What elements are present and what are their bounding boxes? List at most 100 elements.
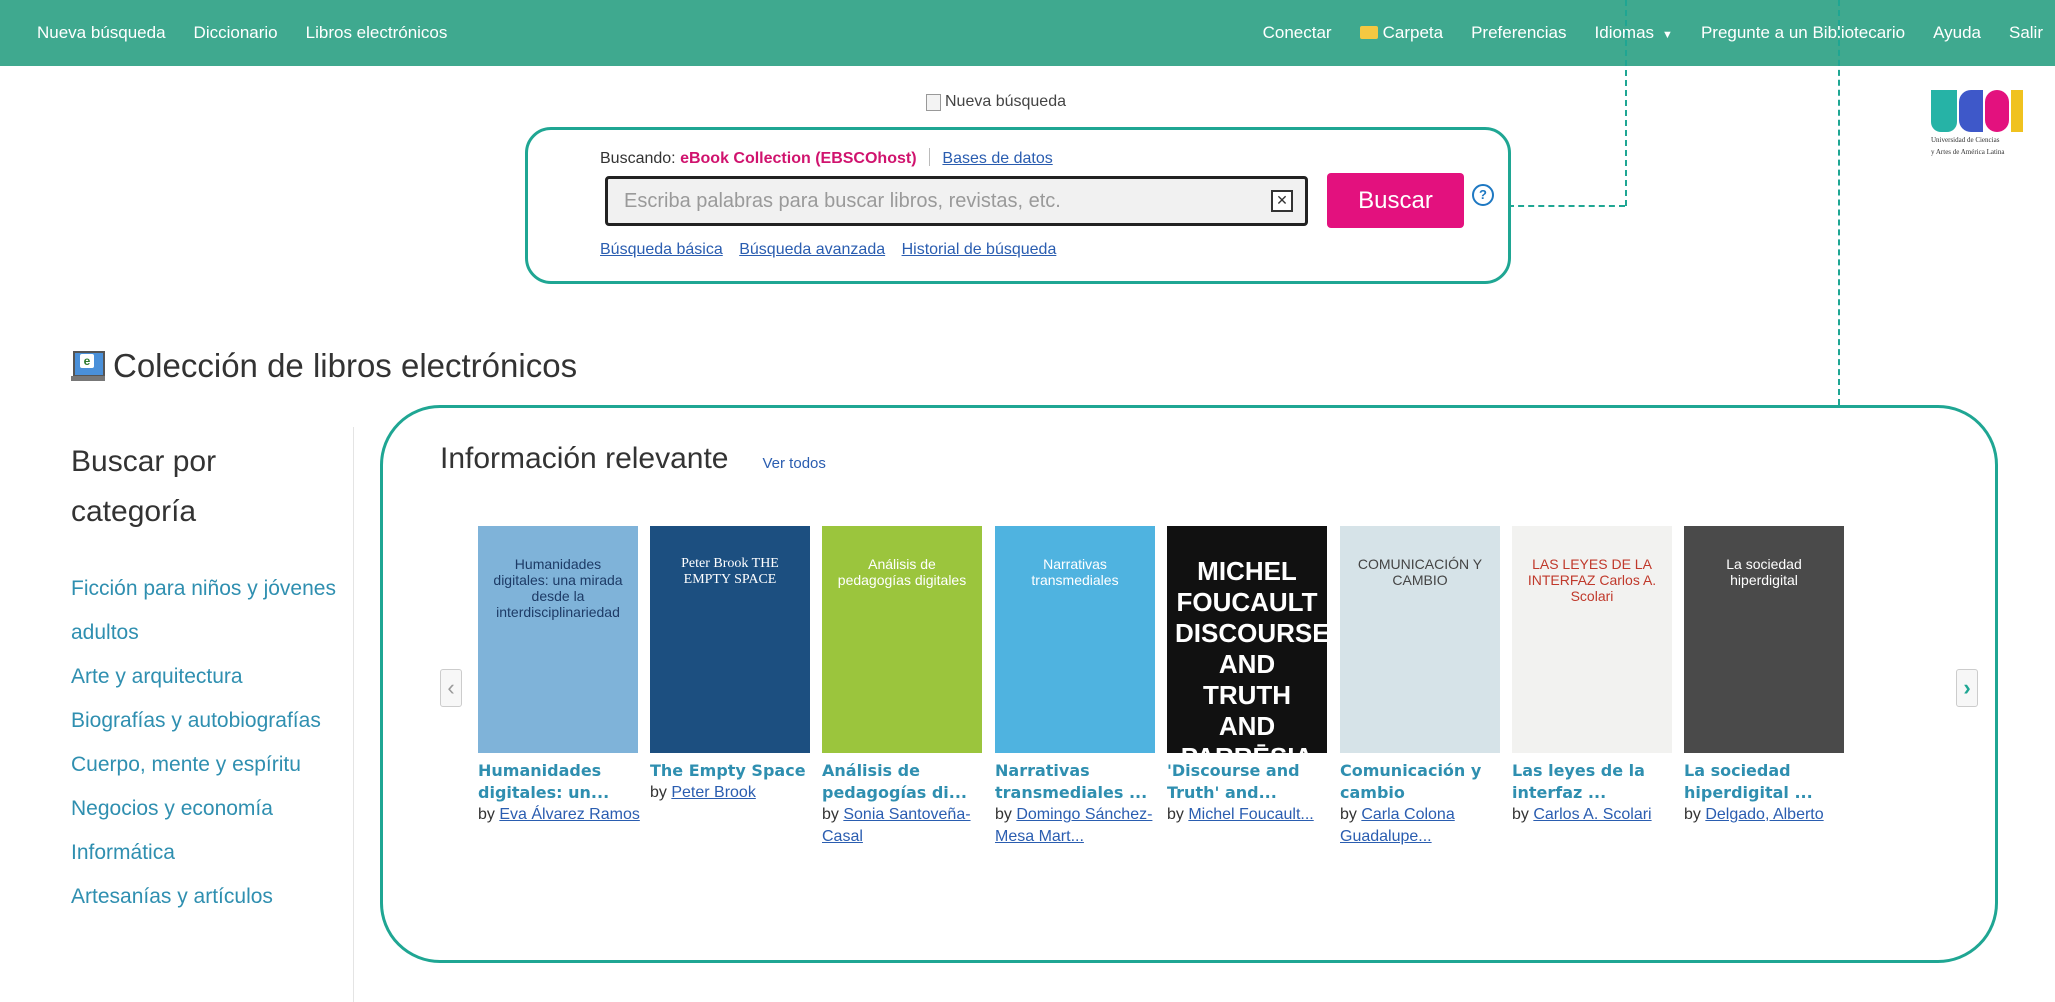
chevron-down-icon: ▼ xyxy=(1662,29,1673,41)
nav-folder[interactable]: Carpeta xyxy=(1359,23,1444,43)
callout-line xyxy=(1625,0,1627,206)
folder-icon xyxy=(1359,26,1378,39)
chevron-right-icon: › xyxy=(1963,675,1971,700)
advanced-search-link[interactable]: Búsqueda avanzada xyxy=(739,241,885,258)
search-history-link[interactable]: Historial de búsqueda xyxy=(902,241,1057,258)
carousel-prev-button[interactable]: ‹ xyxy=(440,669,462,707)
divider xyxy=(928,148,930,166)
book-cover-text: Peter Brook THE EMPTY SPACE xyxy=(681,556,779,587)
book-title[interactable]: The Empty Space xyxy=(650,760,815,782)
nav-connect[interactable]: Conectar xyxy=(1263,23,1332,43)
book-author-link[interactable]: Delgado, Alberto xyxy=(1705,806,1823,823)
nav-exit[interactable]: Salir xyxy=(2009,23,2043,43)
book-title[interactable]: Las leyes de la interfaz ... xyxy=(1512,760,1677,804)
book-author-link[interactable]: Sonia Santoveña-Casal xyxy=(822,806,971,845)
book-cover[interactable]: Humanidades digitales: una mirada desde … xyxy=(478,526,638,753)
view-all-link[interactable]: Ver todos xyxy=(763,455,826,472)
book-item: COMUNICACIÓN Y CAMBIO Comunicación y camb… xyxy=(1340,526,1505,848)
callout-line xyxy=(1838,0,1840,405)
searching-row: Buscando: eBook Collection (EBSCOhost) B… xyxy=(600,148,1053,168)
new-search-banner-alt: Nueva búsqueda xyxy=(945,93,1066,110)
category-children-ya[interactable]: Ficción para niños y jóvenes adultos xyxy=(71,567,341,655)
category-sidebar: Buscar por categoría Ficción para niños … xyxy=(71,437,341,919)
book-cover[interactable]: COMUNICACIÓN Y CAMBIO xyxy=(1340,526,1500,753)
book-author-prefix: by xyxy=(1340,806,1362,823)
search-links: Búsqueda básica Búsqueda avanzada Histor… xyxy=(600,241,1068,259)
book-author-prefix: by xyxy=(478,806,500,823)
book-title[interactable]: Humanidades digitales: un... xyxy=(478,760,643,804)
book-author: by Carlos A. Scolari xyxy=(1512,804,1677,826)
book-title[interactable]: Comunicación y cambio xyxy=(1340,760,1505,804)
nav-folder-label: Carpeta xyxy=(1382,23,1444,42)
top-nav-left: Nueva búsqueda Diccionario Libros electr… xyxy=(37,0,475,66)
category-body-mind[interactable]: Cuerpo, mente y espíritu xyxy=(71,743,341,787)
sidebar-heading: Buscar por categoría xyxy=(71,445,217,528)
category-biographies[interactable]: Biografías y autobiografías xyxy=(71,699,341,743)
page-title-text: Colección de libros electrónicos xyxy=(113,347,578,384)
book-title[interactable]: 'Discourse and Truth' and... xyxy=(1167,760,1332,804)
relevant-title: Información relevante xyxy=(440,442,729,475)
book-author: by Domingo Sánchez-Mesa Mart... xyxy=(995,804,1160,848)
book-cover[interactable]: La sociedad hiperdigital xyxy=(1684,526,1844,753)
book-item: MICHEL FOUCAULT DISCOURSE AND TRUTH AND … xyxy=(1167,526,1332,826)
clear-icon[interactable]: ✕ xyxy=(1271,190,1293,212)
search-button[interactable]: Buscar xyxy=(1327,173,1464,228)
top-navigation-bar: Nueva búsqueda Diccionario Libros electr… xyxy=(0,0,2055,66)
book-author-link[interactable]: Michel Foucault... xyxy=(1188,806,1313,823)
book-cover[interactable]: Peter Brook THE EMPTY SPACE xyxy=(650,526,810,753)
book-author: by Delgado, Alberto xyxy=(1684,804,1849,826)
nav-languages[interactable]: Idiomas ▼ xyxy=(1595,23,1673,43)
searching-label: Buscando: xyxy=(600,150,676,167)
book-author-prefix: by xyxy=(995,806,1017,823)
book-cover[interactable]: Análisis de pedagogías digitales xyxy=(822,526,982,753)
sidebar-divider xyxy=(353,427,354,1002)
search-panel: Buscando: eBook Collection (EBSCOhost) B… xyxy=(525,127,1511,284)
book-author-link[interactable]: Carlos A. Scolari xyxy=(1533,806,1651,823)
basic-search-link[interactable]: Búsqueda básica xyxy=(600,241,723,258)
book-title[interactable]: La sociedad hiperdigital ... xyxy=(1684,760,1849,804)
nav-ebooks[interactable]: Libros electrónicos xyxy=(306,23,448,43)
book-title[interactable]: Narrativas transmediales ... xyxy=(995,760,1160,804)
new-search-banner[interactable]: Nueva búsqueda xyxy=(926,93,1066,111)
top-nav-right: Conectar Carpeta Preferencias Idiomas ▼ P… xyxy=(1235,0,2043,66)
book-author: by Peter Brook xyxy=(650,782,815,804)
book-author-prefix: by xyxy=(650,784,672,801)
book-author-link[interactable]: Domingo Sánchez-Mesa Mart... xyxy=(995,806,1152,845)
book-cover[interactable]: MICHEL FOUCAULT DISCOURSE AND TRUTH AND … xyxy=(1167,526,1327,753)
book-item: Peter Brook THE EMPTY SPACE The Empty Spa… xyxy=(650,526,815,804)
book-cover-text: LAS LEYES DE LA INTERFAZ Carlos A. Scola… xyxy=(1527,556,1657,604)
ucal-logo[interactable]: Universidad de Ciencias y Artes de Améri… xyxy=(1931,90,2026,156)
book-author-link[interactable]: Peter Brook xyxy=(671,784,755,801)
book-cover[interactable]: LAS LEYES DE LA INTERFAZ Carlos A. Scola… xyxy=(1512,526,1672,753)
book-cover-text: MICHEL FOUCAULT DISCOURSE AND TRUTH AND … xyxy=(1175,556,1327,753)
category-computing[interactable]: Informática xyxy=(71,831,341,875)
nav-dictionary[interactable]: Diccionario xyxy=(194,23,278,43)
ucal-logo-mark xyxy=(1931,90,2026,132)
logo-subtitle-1: Universidad de Ciencias xyxy=(1931,136,2000,144)
chevron-left-icon: ‹ xyxy=(447,675,455,700)
databases-link[interactable]: Bases de datos xyxy=(942,150,1052,167)
book-cover-text: Análisis de pedagogías digitales xyxy=(837,556,967,588)
search-input-box: ✕ xyxy=(605,176,1308,226)
book-item: Análisis de pedagogías digitales Análisis… xyxy=(822,526,987,848)
nav-preferences[interactable]: Preferencias xyxy=(1471,23,1566,43)
book-title[interactable]: Análisis de pedagogías di... xyxy=(822,760,987,804)
book-item: LAS LEYES DE LA INTERFAZ Carlos A. Scola… xyxy=(1512,526,1677,826)
book-author-prefix: by xyxy=(1167,806,1189,823)
carousel-next-button[interactable]: › xyxy=(1956,669,1978,707)
category-art[interactable]: Arte y arquitectura xyxy=(71,655,341,699)
ebook-icon: e xyxy=(71,349,105,383)
search-input[interactable] xyxy=(622,188,1266,214)
book-item: Narrativas transmediales Narrativas trans… xyxy=(995,526,1160,848)
book-cover[interactable]: Narrativas transmediales xyxy=(995,526,1155,753)
category-crafts[interactable]: Artesanías y artículos xyxy=(71,875,341,919)
book-cover-text: La sociedad hiperdigital xyxy=(1726,556,1802,588)
book-author-link[interactable]: Eva Álvarez Ramos xyxy=(499,806,640,823)
book-author: by Michel Foucault... xyxy=(1167,804,1332,826)
nav-new-search[interactable]: Nueva búsqueda xyxy=(37,23,166,43)
nav-help[interactable]: Ayuda xyxy=(1933,23,1981,43)
book-author-prefix: by xyxy=(1512,806,1534,823)
category-business[interactable]: Negocios y economía xyxy=(71,787,341,831)
help-icon[interactable]: ? xyxy=(1472,184,1494,206)
nav-ask-librarian[interactable]: Pregunte a un Bibliotecario xyxy=(1701,23,1905,43)
